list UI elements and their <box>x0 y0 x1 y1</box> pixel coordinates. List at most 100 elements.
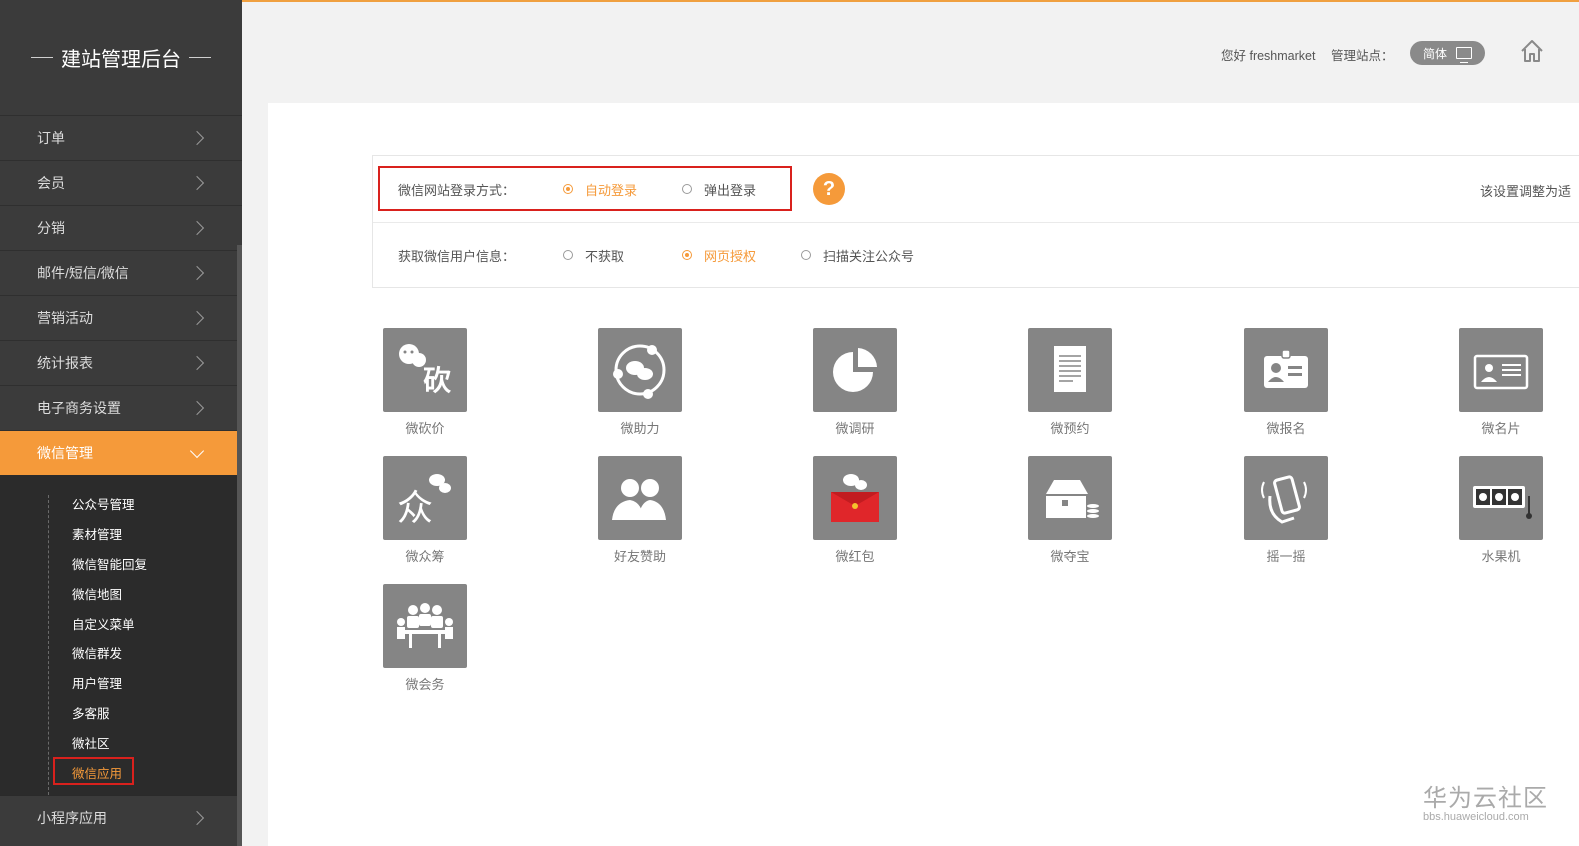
language-label: 简体 <box>1422 46 1447 61</box>
sidebar-item-ecommerce-settings[interactable]: 电子商务设置 <box>0 385 242 430</box>
submenu-item-wechat-apps[interactable]: 微信应用 <box>0 757 242 787</box>
app-survey[interactable]: 微调研 <box>813 328 897 437</box>
radio-web-auth[interactable]: 网页授权 <box>682 246 756 265</box>
settings-panel: 微信网站登录方式： 自动登录 弹出登录 ? 该设置调整为适 获取微信用户信息： … <box>372 155 1579 288</box>
survey-icon[interactable] <box>813 328 897 412</box>
app-slot-machine[interactable]: 水果机 <box>1459 456 1543 565</box>
login-mode-row: 微信网站登录方式： 自动登录 弹出登录 ? 该设置调整为适 <box>373 156 1579 223</box>
sidebar-item-label: 营销活动 <box>37 310 93 326</box>
sidebar-item-orders[interactable]: 订单 <box>0 115 242 160</box>
app-name: 好友赞助 <box>613 549 666 564</box>
sidebar-item-mini-program[interactable]: 小程序应用 <box>0 794 242 840</box>
chevron-right-icon <box>189 355 205 371</box>
shake-icon[interactable] <box>1244 456 1328 540</box>
app-red-packet[interactable]: 微红包 <box>813 456 897 565</box>
sidebar-item-label: 微信管理 <box>37 445 93 461</box>
friend-sponsor-icon[interactable] <box>598 456 682 540</box>
radio-dot[interactable] <box>563 250 573 260</box>
svg-text:众: 众 <box>397 488 433 529</box>
user-info-label: 获取微信用户信息： <box>398 248 516 264</box>
help-icon[interactable]: ? <box>813 173 845 205</box>
watermark-title: 华为云社区 <box>1423 785 1548 812</box>
sidebar-item-wechat[interactable]: 微信管理 <box>0 430 242 475</box>
app-name: 微助力 <box>620 421 660 436</box>
bargain-icon[interactable]: 砍 <box>383 328 467 412</box>
app-name: 微众筹 <box>405 549 445 564</box>
watermark: 华为云社区 bbs.huaweicloud.com <box>1423 778 1548 823</box>
app-name: 微预约 <box>1050 421 1090 436</box>
reservation-icon[interactable] <box>1028 328 1112 412</box>
user-info-row: 获取微信用户信息： 不获取 网页授权 扫描关注公众号 <box>373 222 1579 288</box>
monitor-icon <box>1456 47 1472 63</box>
chevron-right-icon <box>189 130 205 146</box>
home-icon[interactable] <box>1519 38 1545 64</box>
submenu-item-community[interactable]: 微社区 <box>0 727 242 757</box>
sidebar-item-label: 电子商务设置 <box>37 400 121 416</box>
slot-machine-icon[interactable] <box>1459 456 1543 540</box>
app-crowdfunding[interactable]: 众 微众筹 <box>383 456 467 565</box>
content-card: 微信网站登录方式： 自动登录 弹出登录 ? 该设置调整为适 获取微信用户信息： … <box>268 103 1579 846</box>
assist-icon[interactable] <box>598 328 682 412</box>
submenu-item-user-management[interactable]: 用户管理 <box>0 668 242 698</box>
submenu-item-wechat-map[interactable]: 微信地图 <box>0 578 242 608</box>
app-name: 微会务 <box>405 677 445 692</box>
app-name: 摇一摇 <box>1266 549 1306 564</box>
app-shake[interactable]: 摇一摇 <box>1244 456 1328 565</box>
conference-icon[interactable] <box>383 584 467 668</box>
app-business-card[interactable]: 微名片 <box>1459 328 1543 437</box>
app-friend-sponsor[interactable]: 好友赞助 <box>598 456 682 565</box>
chevron-right-icon <box>189 810 205 826</box>
settings-note: 该设置调整为适 <box>1480 184 1572 199</box>
chevron-right-icon <box>189 400 205 416</box>
crowdfunding-icon[interactable]: 众 <box>383 456 467 540</box>
radio-dot[interactable] <box>682 250 692 260</box>
app-name: 水果机 <box>1481 549 1521 564</box>
greeting-text: 您好 freshmarket <box>1221 49 1316 63</box>
app-reservation[interactable]: 微预约 <box>1028 328 1112 437</box>
submenu-item-mass-send[interactable]: 微信群发 <box>0 638 242 668</box>
radio-dot[interactable] <box>563 184 573 194</box>
submenu-item-auto-reply[interactable]: 微信智能回复 <box>0 549 242 579</box>
svg-text:砍: 砍 <box>423 364 452 397</box>
treasure-icon[interactable] <box>1028 456 1112 540</box>
radio-auto-login[interactable]: 自动登录 <box>563 180 637 199</box>
submenu-item-materials[interactable]: 素材管理 <box>0 519 242 549</box>
sidebar-item-label: 邮件/短信/微信 <box>37 265 129 281</box>
sidebar-item-marketing[interactable]: 营销活动 <box>0 295 242 340</box>
app-bargain[interactable]: 砍 微砍价 <box>383 328 467 437</box>
app-conference[interactable]: 微会务 <box>383 584 467 693</box>
submenu-item-multi-service[interactable]: 多客服 <box>0 698 242 728</box>
language-switch-button[interactable]: 简体 <box>1410 41 1485 65</box>
radio-dot[interactable] <box>801 250 811 260</box>
sidebar-scrollbar[interactable] <box>237 245 242 846</box>
app-assist[interactable]: 微助力 <box>598 328 682 437</box>
highlight-box <box>53 757 134 786</box>
sidebar-item-messaging[interactable]: 邮件/短信/微信 <box>0 250 242 295</box>
manage-site-label: 管理站点： <box>1331 49 1394 63</box>
red-packet-icon[interactable] <box>813 456 897 540</box>
brand-title: 建站管理后台 <box>0 0 242 115</box>
submenu-item-custom-menu[interactable]: 自定义菜单 <box>0 608 242 638</box>
radio-scan-follow[interactable]: 扫描关注公众号 <box>801 246 914 265</box>
login-mode-label: 微信网站登录方式： <box>398 182 516 198</box>
business-card-icon[interactable] <box>1459 328 1543 412</box>
sidebar-item-members[interactable]: 会员 <box>0 160 242 205</box>
radio-no-fetch[interactable]: 不获取 <box>563 246 624 265</box>
radio-popup-login[interactable]: 弹出登录 <box>682 180 756 199</box>
app-name: 微调研 <box>835 421 875 436</box>
sidebar-item-label: 统计报表 <box>37 355 93 371</box>
chevron-right-icon <box>189 175 205 191</box>
wechat-submenu: 公众号管理 素材管理 微信智能回复 微信地图 自定义菜单 微信群发 用户管理 多… <box>0 475 242 795</box>
brand-label: 建站管理后台 <box>61 49 181 71</box>
app-name: 微砍价 <box>405 421 445 436</box>
sidebar-item-distribution[interactable]: 分销 <box>0 205 242 250</box>
sidebar-item-label: 分销 <box>37 220 65 236</box>
app-signup[interactable]: 微报名 <box>1244 328 1328 437</box>
sidebar-item-reports[interactable]: 统计报表 <box>0 340 242 385</box>
sidebar-item-label: 会员 <box>37 175 65 191</box>
radio-dot[interactable] <box>682 184 692 194</box>
submenu-item-official-account[interactable]: 公众号管理 <box>0 489 242 519</box>
sidebar-item-label: 订单 <box>37 130 65 146</box>
app-treasure[interactable]: 微夺宝 <box>1028 456 1112 565</box>
signup-icon[interactable] <box>1244 328 1328 412</box>
